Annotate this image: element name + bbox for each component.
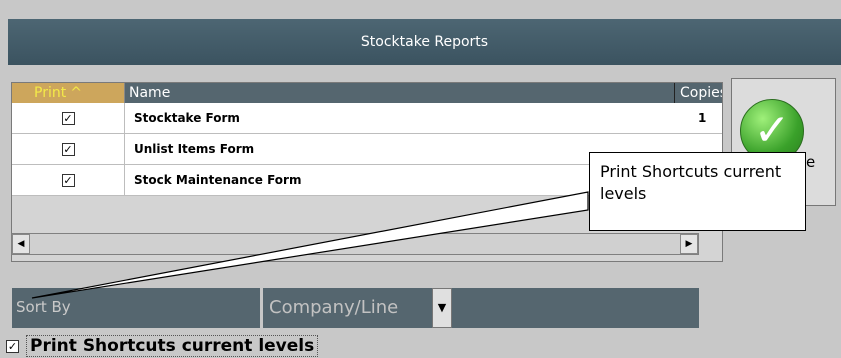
- callout-tooltip: Print Shortcuts current levels: [589, 152, 806, 231]
